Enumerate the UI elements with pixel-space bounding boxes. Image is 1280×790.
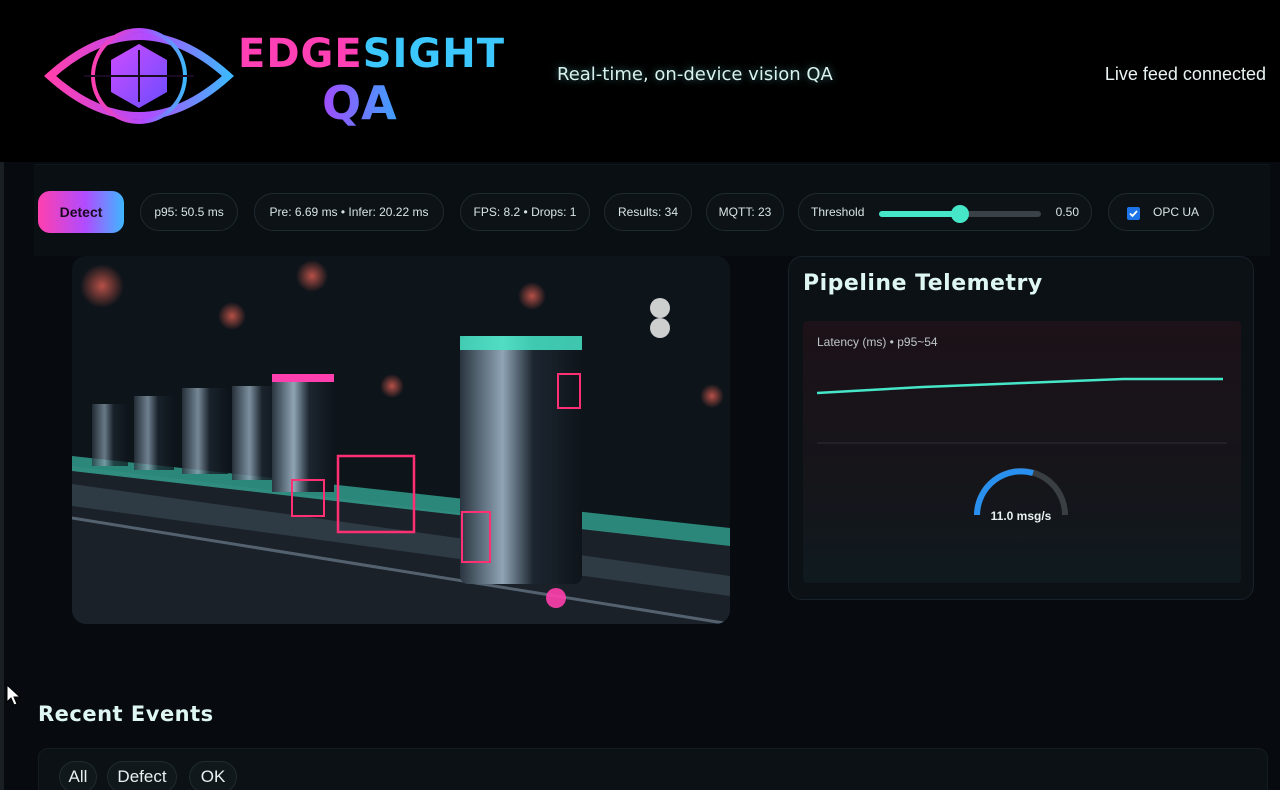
checkmark-icon <box>1129 210 1138 218</box>
threshold-control: Threshold 0.50 <box>798 193 1092 231</box>
brand-qa: QA <box>322 78 397 128</box>
detect-button[interactable]: Detect <box>38 191 124 233</box>
opc-ua-checkbox[interactable] <box>1127 207 1140 220</box>
threshold-label: Threshold <box>811 205 865 219</box>
telemetry-title: Pipeline Telemetry <box>803 271 1043 296</box>
threshold-slider[interactable] <box>879 205 1041 223</box>
app-header: EDGESIGHT QA Real-time, on-device vision… <box>0 0 1280 162</box>
results-stat: Results: 34 <box>604 193 692 231</box>
timing-stat: Pre: 6.69 ms • Infer: 20.22 ms <box>254 193 444 231</box>
latency-chart <box>816 377 1227 516</box>
threshold-value: 0.50 <box>1055 205 1079 219</box>
logo-eye-crosshair-icon <box>44 12 234 140</box>
tagline: Real-time, on-device vision QA <box>557 64 833 85</box>
mouse-pointer-icon <box>6 684 22 706</box>
events-panel: All Defect OK <box>38 748 1268 790</box>
filter-all[interactable]: All <box>59 761 97 790</box>
threshold-slider-fill <box>879 211 960 217</box>
camera-frame-image <box>72 256 730 624</box>
filter-defect[interactable]: Defect <box>107 761 177 790</box>
gauge-label: 11.0 msg/s <box>990 509 1052 523</box>
telemetry-panel: Pipeline Telemetry Latency (ms) • p95~54… <box>788 256 1254 600</box>
filter-ok[interactable]: OK <box>189 761 237 790</box>
p95-stat: p95: 50.5 ms <box>140 193 238 231</box>
mqtt-stat: MQTT: 23 <box>706 193 784 231</box>
brand-name: EDGESIGHT <box>238 30 505 78</box>
threshold-slider-thumb[interactable] <box>951 205 969 223</box>
recent-events-title: Recent Events <box>38 702 214 726</box>
main-area: Detect p95: 50.5 ms Pre: 6.69 ms • Infer… <box>4 162 1280 790</box>
fps-stat: FPS: 8.2 • Drops: 1 <box>460 193 590 231</box>
opc-ua-toggle[interactable]: OPC UA <box>1108 193 1214 231</box>
opc-ua-label: OPC UA <box>1153 205 1200 219</box>
telemetry-chart-area: Latency (ms) • p95~54 11.0 msg/s <box>803 321 1241 583</box>
connection-status: Live feed connected <box>1104 64 1266 84</box>
latency-line <box>816 377 1223 395</box>
brand-qa-text: QA <box>322 76 397 130</box>
brand-part-sight: SIGHT <box>362 31 505 77</box>
toolbar: Detect p95: 50.5 ms Pre: 6.69 ms • Infer… <box>34 164 1270 256</box>
brand-part-edge: EDGE <box>238 31 363 77</box>
camera-feed <box>72 256 730 624</box>
